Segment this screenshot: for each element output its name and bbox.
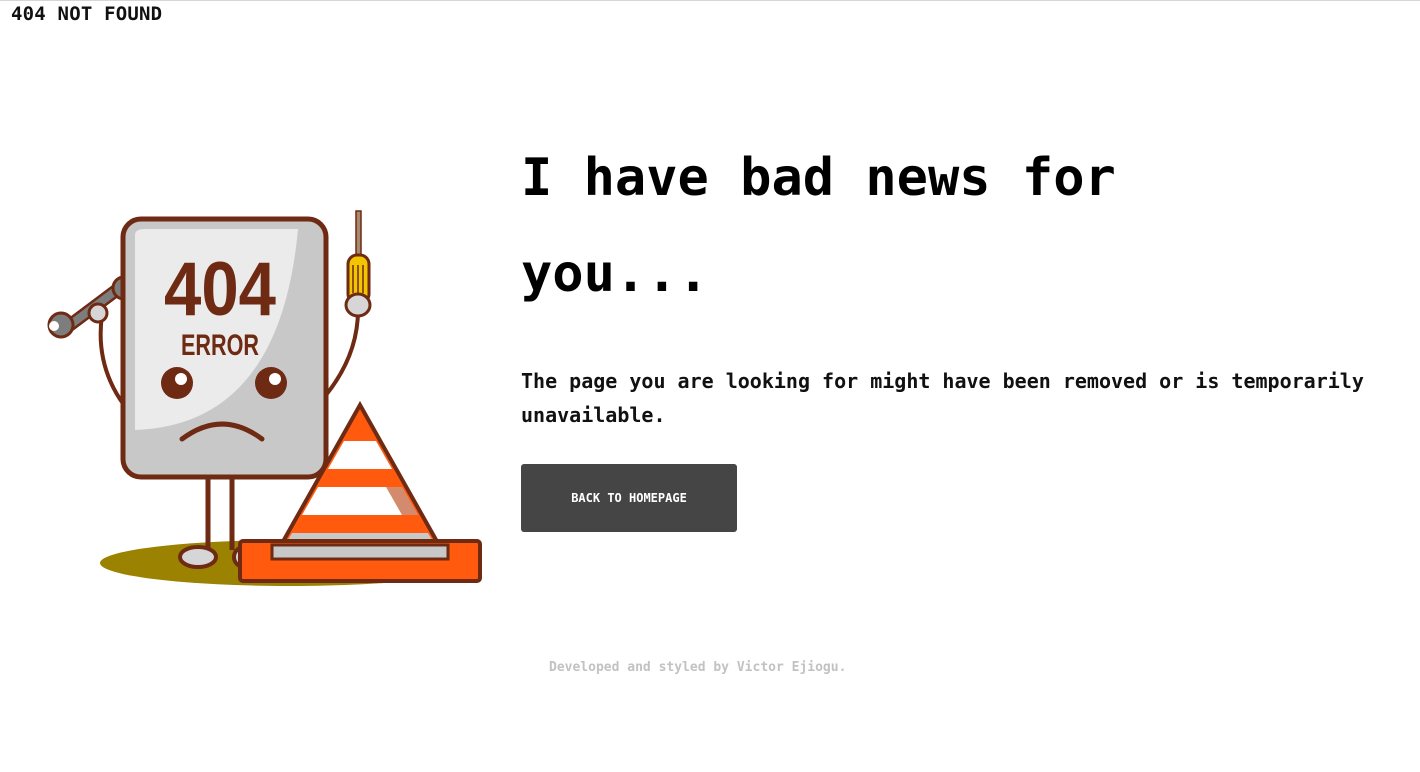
site-title: 404 NOT FOUND — [11, 3, 163, 25]
error-label: ERROR — [181, 329, 259, 362]
error-message: The page you are looking for might have … — [521, 369, 1364, 427]
main-content: I have bad news for you... The page you … — [521, 130, 1381, 532]
headline: I have bad news for you... — [521, 148, 1116, 304]
top-divider — [0, 0, 1420, 1]
left-foot — [178, 545, 218, 569]
back-to-homepage-button[interactable]: BACK TO HOMEPAGE — [521, 464, 737, 532]
left-hand — [87, 302, 109, 324]
left-arm — [98, 314, 126, 407]
error-code: 404 — [164, 247, 276, 332]
right-hand — [344, 292, 372, 318]
error-404-illustration: 404 ERROR — [47, 210, 482, 586]
screwdriver-icon — [346, 210, 371, 305]
footer-credit: Developed and styled by Victor Ejiogu. — [549, 660, 847, 675]
right-arm — [324, 309, 360, 397]
